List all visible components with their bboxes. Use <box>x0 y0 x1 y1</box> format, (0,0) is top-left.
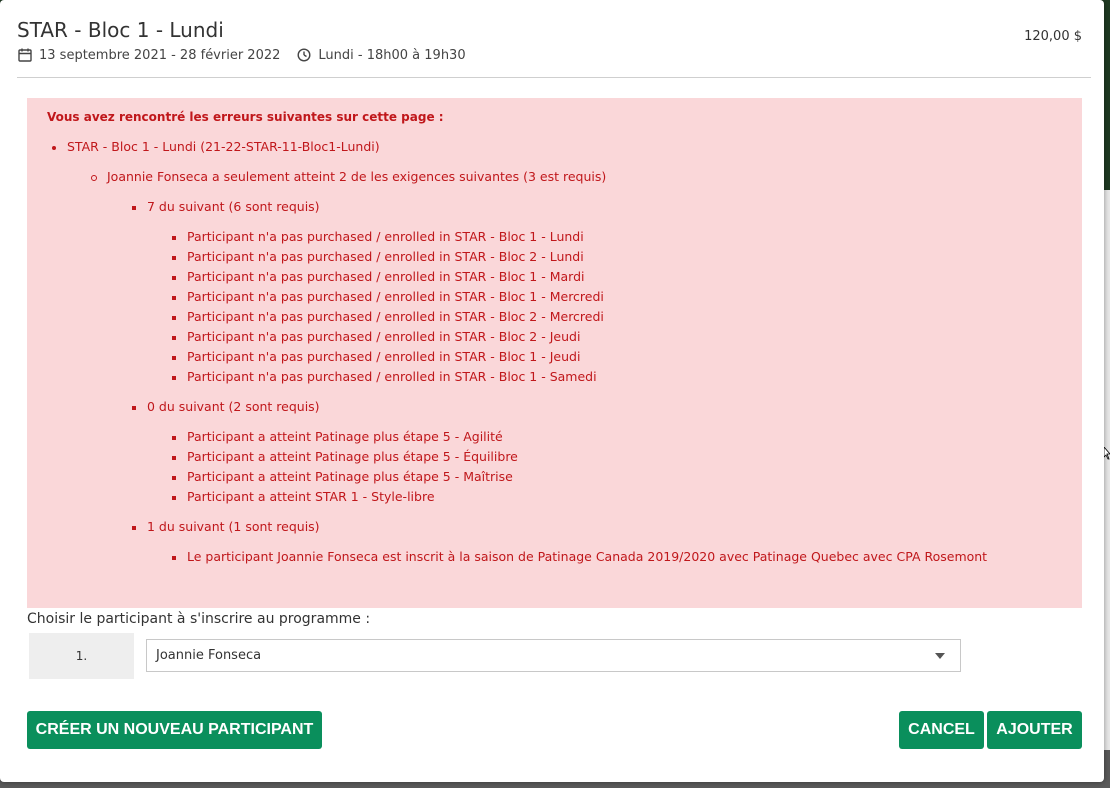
program-registration-modal: STAR - Bloc 1 - Lundi 120,00 $ 13 septem… <box>0 0 1104 782</box>
list-bullet <box>172 476 176 480</box>
list-bullet <box>172 316 176 320</box>
list-bullet <box>172 256 176 260</box>
requirement-item: Participant a atteint STAR 1 - Style-lib… <box>187 489 435 504</box>
requirement-item: Participant n'a pas purchased / enrolled… <box>187 349 581 364</box>
participant-select-value: Joannie Fonseca <box>156 648 262 663</box>
participant-row: 1. Joannie Fonseca <box>29 633 963 679</box>
mouse-cursor-icon <box>1103 445 1110 465</box>
list-bullet <box>172 276 176 280</box>
program-date-range: 13 septembre 2021 - 28 février 2022 <box>39 47 281 63</box>
backdrop-edge-top <box>1104 0 1110 190</box>
list-bullet <box>52 146 56 150</box>
backdrop-edge-mid <box>1104 190 1110 750</box>
list-bullet <box>172 456 176 460</box>
list-bullet <box>172 356 176 360</box>
list-bullet <box>172 556 176 560</box>
requirement-group-label: 1 du suivant (1 sont requis) <box>147 519 320 534</box>
modal-header: STAR - Bloc 1 - Lundi 120,00 $ 13 septem… <box>17 0 1091 78</box>
list-bullet <box>172 336 176 340</box>
program-meta: 13 septembre 2021 - 28 février 2022 Lund… <box>17 47 466 63</box>
list-bullet <box>91 175 97 181</box>
list-bullet <box>132 526 136 530</box>
error-alert: Vous avez rencontré les erreurs suivante… <box>27 98 1082 608</box>
requirement-item: Le participant Joannie Fonseca est inscr… <box>187 549 988 564</box>
list-bullet <box>172 496 176 500</box>
requirement-item: Participant n'a pas purchased / enrolled… <box>187 289 604 304</box>
list-bullet <box>172 376 176 380</box>
program-title: STAR - Bloc 1 - Lundi <box>17 18 224 42</box>
add-button[interactable]: AJOUTER <box>987 711 1082 749</box>
requirement-item: Participant a atteint Patinage plus étap… <box>187 469 513 484</box>
list-bullet <box>172 436 176 440</box>
calendar-icon <box>17 47 33 63</box>
requirement-item: Participant n'a pas purchased / enrolled… <box>187 269 585 284</box>
list-bullet <box>132 206 136 210</box>
participant-select-label: Choisir le participant à s'inscrire au p… <box>27 611 371 627</box>
requirement-item: Participant n'a pas purchased / enrolled… <box>187 329 581 344</box>
chevron-down-icon <box>935 653 945 659</box>
list-bullet <box>172 296 176 300</box>
error-summary: Joannie Fonseca a seulement atteint 2 de… <box>107 169 607 184</box>
requirement-item: Participant n'a pas purchased / enrolled… <box>187 369 597 384</box>
cancel-button[interactable]: CANCEL <box>899 711 984 749</box>
list-bullet <box>132 406 136 410</box>
error-program: STAR - Bloc 1 - Lundi (21-22-STAR-11-Blo… <box>67 139 380 154</box>
requirement-item: Participant a atteint Patinage plus étap… <box>187 449 518 464</box>
program-price: 120,00 $ <box>1024 29 1082 44</box>
requirement-item: Participant n'a pas purchased / enrolled… <box>187 229 584 244</box>
participant-select[interactable]: Joannie Fonseca <box>146 639 961 672</box>
error-heading: Vous avez rencontré les erreurs suivante… <box>47 110 444 124</box>
clock-icon <box>296 47 312 63</box>
participant-row-number: 1. <box>29 633 134 679</box>
requirement-item: Participant n'a pas purchased / enrolled… <box>187 249 584 264</box>
requirement-item: Participant a atteint Patinage plus étap… <box>187 429 503 444</box>
program-schedule: Lundi - 18h00 à 19h30 <box>318 47 466 63</box>
requirement-group-label: 0 du suivant (2 sont requis) <box>147 399 320 414</box>
requirement-group-label: 7 du suivant (6 sont requis) <box>147 199 320 214</box>
list-bullet <box>172 236 176 240</box>
create-participant-button[interactable]: CRÉER UN NOUVEAU PARTICIPANT <box>27 711 322 749</box>
requirement-item: Participant n'a pas purchased / enrolled… <box>187 309 604 324</box>
